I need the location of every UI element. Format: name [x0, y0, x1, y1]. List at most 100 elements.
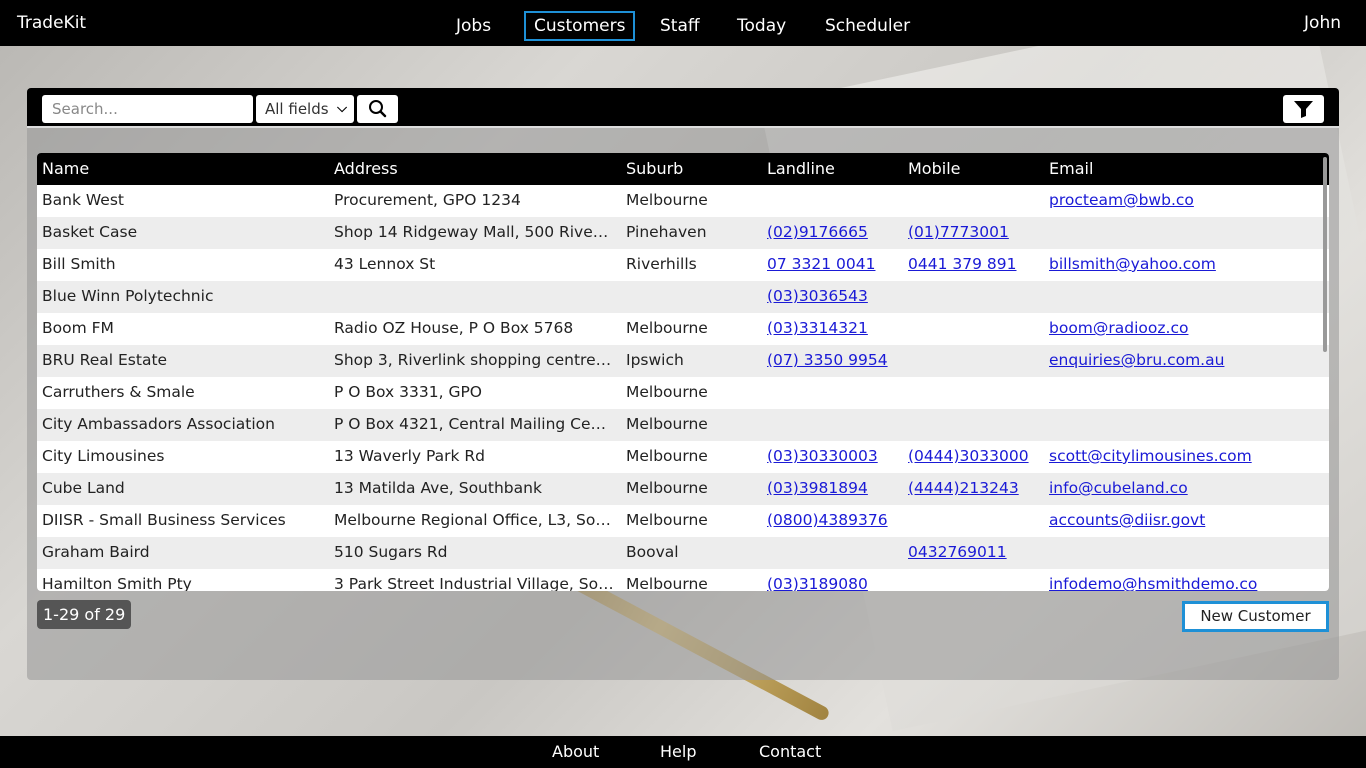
- table-row[interactable]: Boom FM Radio OZ House, P O Box 5768 Melbo…: [37, 313, 1329, 345]
- filter-button[interactable]: [1283, 95, 1324, 123]
- table-row[interactable]: Carruthers & Smale P O Box 3331, GPO Melbo…: [37, 377, 1329, 409]
- mobile-link[interactable]: (4444)213243: [908, 479, 1019, 497]
- nav-jobs[interactable]: Jobs: [446, 11, 501, 41]
- cell-mobile: (4444)213243: [908, 479, 1043, 497]
- mobile-link[interactable]: 0441 379 891: [908, 255, 1016, 273]
- landline-link[interactable]: (07) 3350 9954: [767, 351, 888, 369]
- footer: About Help Contact: [0, 736, 1366, 768]
- table-row[interactable]: Bill Smith 43 Lennox St Riverhills 07 3321 …: [37, 249, 1329, 281]
- table-scrollbar[interactable]: [1323, 157, 1327, 352]
- email-link[interactable]: billsmith@yahoo.com: [1049, 255, 1216, 273]
- new-customer-button[interactable]: New Customer: [1182, 601, 1329, 632]
- search-icon: [369, 100, 387, 118]
- field-select[interactable]: All fields ⌵: [256, 95, 354, 123]
- email-link[interactable]: procteam@bwb.co: [1049, 191, 1194, 209]
- search-input[interactable]: [42, 95, 253, 123]
- cell-landline: (03)3981894: [767, 479, 902, 497]
- brand-logo[interactable]: TradeKit: [17, 13, 86, 33]
- footer-contact-link[interactable]: Contact: [759, 742, 821, 761]
- cell-name: BRU Real Estate: [42, 351, 168, 369]
- email-link[interactable]: accounts@diisr.govt: [1049, 511, 1205, 529]
- landline-link[interactable]: (03)3036543: [767, 287, 868, 305]
- customers-table: Name Address Suburb Landline Mobile Emai…: [37, 153, 1329, 591]
- table-row[interactable]: Graham Baird 510 Sugars Rd Booval 043276901…: [37, 537, 1329, 569]
- mobile-link[interactable]: (01)7773001: [908, 223, 1009, 241]
- table-row[interactable]: Cube Land 13 Matilda Ave, Southbank Melbou…: [37, 473, 1329, 505]
- landline-link[interactable]: (03)3981894: [767, 479, 868, 497]
- column-header-landline[interactable]: Landline: [767, 159, 902, 178]
- cell-address: Melbourne Regional Office, L3, South...: [334, 511, 614, 529]
- email-link[interactable]: enquiries@bru.com.au: [1049, 351, 1224, 369]
- landline-link[interactable]: (03)3314321: [767, 319, 868, 337]
- table-row[interactable]: City Limousines 13 Waverly Park Rd Melbour…: [37, 441, 1329, 473]
- landline-link[interactable]: 07 3321 0041: [767, 255, 875, 273]
- table-body: Bank West Procurement, GPO 1234 Melbourne p…: [37, 185, 1329, 591]
- landline-link[interactable]: (02)9176665: [767, 223, 868, 241]
- cell-suburb: Pinehaven: [626, 223, 707, 241]
- cell-email: info@cubeland.co: [1049, 479, 1319, 497]
- cell-email: scott@citylimousines.com: [1049, 447, 1319, 465]
- search-button[interactable]: [357, 95, 398, 123]
- email-link[interactable]: scott@citylimousines.com: [1049, 447, 1252, 465]
- nav-today[interactable]: Today: [727, 11, 796, 41]
- cell-suburb: Melbourne: [626, 415, 708, 433]
- cell-mobile: 0432769011: [908, 543, 1043, 561]
- cell-mobile: (0444)3033000: [908, 447, 1043, 465]
- cell-suburb: Melbourne: [626, 575, 708, 591]
- cell-name: Blue Winn Polytechnic: [42, 287, 214, 305]
- cell-suburb: Ipswich: [626, 351, 684, 369]
- pagination-count: 1-29 of 29: [37, 600, 132, 629]
- user-menu[interactable]: John: [1304, 13, 1341, 33]
- cell-name: Bank West: [42, 191, 124, 209]
- table-row[interactable]: Basket Case Shop 14 Ridgeway Mall, 500 Ri…: [37, 217, 1329, 249]
- email-link[interactable]: info@cubeland.co: [1049, 479, 1188, 497]
- cell-name: Cube Land: [42, 479, 125, 497]
- cell-suburb: Booval: [626, 543, 679, 561]
- cell-landline: (07) 3350 9954: [767, 351, 902, 369]
- footer-help-link[interactable]: Help: [660, 742, 696, 761]
- cell-suburb: Riverhills: [626, 255, 697, 273]
- nav-staff[interactable]: Staff: [650, 11, 710, 41]
- cell-name: City Ambassadors Association: [42, 415, 275, 433]
- cell-landline: (03)30330003: [767, 447, 902, 465]
- top-navbar: TradeKit Jobs Customers Staff Today Sche…: [0, 0, 1366, 46]
- table-row[interactable]: BRU Real Estate Shop 3, Riverlink shoppin…: [37, 345, 1329, 377]
- filter-icon: [1294, 101, 1313, 118]
- column-header-suburb[interactable]: Suburb: [626, 159, 756, 178]
- cell-address: Radio OZ House, P O Box 5768: [334, 319, 574, 337]
- table-header: Name Address Suburb Landline Mobile Emai…: [37, 153, 1329, 185]
- landline-link[interactable]: (03)3189080: [767, 575, 868, 591]
- cell-name: Carruthers & Smale: [42, 383, 195, 401]
- table-row[interactable]: DIISR - Small Business Services Melbourne…: [37, 505, 1329, 537]
- cell-name: Boom FM: [42, 319, 114, 337]
- landline-link[interactable]: (0800)4389376: [767, 511, 888, 529]
- column-header-email[interactable]: Email: [1049, 159, 1319, 178]
- cell-email: procteam@bwb.co: [1049, 191, 1319, 209]
- nav-customers[interactable]: Customers: [524, 11, 636, 41]
- email-link[interactable]: boom@radiooz.co: [1049, 319, 1188, 337]
- nav-scheduler[interactable]: Scheduler: [815, 11, 920, 41]
- cell-address: 3 Park Street Industrial Village, South.…: [334, 575, 614, 591]
- cell-suburb: Melbourne: [626, 511, 708, 529]
- cell-name: Bill Smith: [42, 255, 116, 273]
- cell-landline: (03)3036543: [767, 287, 902, 305]
- landline-link[interactable]: (03)30330003: [767, 447, 878, 465]
- table-row[interactable]: Blue Winn Polytechnic (03)3036543: [37, 281, 1329, 313]
- cell-address: 510 Sugars Rd: [334, 543, 448, 561]
- cell-address: 43 Lennox St: [334, 255, 436, 273]
- cell-address: 13 Waverly Park Rd: [334, 447, 486, 465]
- email-link[interactable]: infodemo@hsmithdemo.co: [1049, 575, 1257, 591]
- cell-landline: (0800)4389376: [767, 511, 902, 529]
- mobile-link[interactable]: 0432769011: [908, 543, 1007, 561]
- table-row[interactable]: City Ambassadors Association P O Box 4321…: [37, 409, 1329, 441]
- cell-email: boom@radiooz.co: [1049, 319, 1319, 337]
- cell-email: billsmith@yahoo.com: [1049, 255, 1319, 273]
- column-header-address[interactable]: Address: [334, 159, 614, 178]
- footer-about-link[interactable]: About: [552, 742, 599, 761]
- column-header-name[interactable]: Name: [42, 159, 327, 178]
- cell-suburb: Melbourne: [626, 191, 708, 209]
- column-header-mobile[interactable]: Mobile: [908, 159, 1043, 178]
- table-row[interactable]: Bank West Procurement, GPO 1234 Melbourne p…: [37, 185, 1329, 217]
- mobile-link[interactable]: (0444)3033000: [908, 447, 1029, 465]
- table-row[interactable]: Hamilton Smith Pty 3 Park Street Industri…: [37, 569, 1329, 591]
